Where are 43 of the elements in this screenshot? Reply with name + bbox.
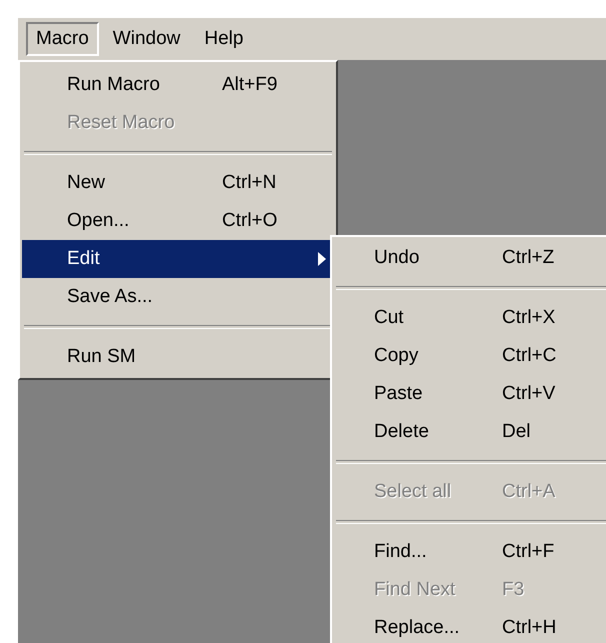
shortcut-label: Ctrl+C	[502, 345, 556, 367]
shortcut-label: Ctrl+A	[502, 481, 556, 503]
item-label: Replace...	[374, 617, 460, 639]
item-label: Paste	[374, 383, 423, 405]
menu-item[interactable]: Undo Ctrl+Z	[334, 239, 606, 277]
menu-item[interactable]: Replace... Ctrl+H	[334, 609, 606, 643]
shortcut-label: Ctrl+H	[502, 617, 556, 639]
shortcut-label: Ctrl+X	[502, 307, 556, 329]
item-label: Delete	[374, 421, 429, 443]
menu-item[interactable]: New Ctrl+N	[22, 164, 334, 202]
shortcut-label: Ctrl+N	[222, 172, 276, 194]
item-label: Run Macro	[67, 74, 160, 96]
menu-item[interactable]: Find... Ctrl+F	[334, 533, 606, 571]
menu-title[interactable]: Macro	[26, 22, 99, 56]
shortcut-label: Ctrl+F	[502, 541, 554, 563]
item-label: Run SM	[67, 346, 136, 368]
item-label: Reset Macro	[67, 112, 175, 134]
item-label: New	[67, 172, 106, 194]
item-label: Find Next	[374, 579, 456, 601]
item-label: Open...	[67, 210, 130, 232]
menu-item[interactable]: Save As...	[22, 278, 334, 316]
menu-item[interactable]: Run Macro Alt+F9	[22, 66, 334, 104]
item-label: Undo	[374, 247, 420, 269]
item-label: Select all	[374, 481, 452, 503]
menu-item[interactable]: Delete Del	[334, 413, 606, 451]
item-label: Copy	[374, 345, 418, 367]
menu-item[interactable]: Open... Ctrl+O	[22, 202, 334, 240]
shortcut-label: Del	[502, 421, 531, 443]
menu-title[interactable]: Window	[102, 22, 190, 56]
shortcut-label: Ctrl+O	[222, 210, 278, 232]
shortcut-label: Ctrl+V	[502, 383, 556, 405]
item-label: Edit	[67, 248, 100, 270]
menu-item[interactable]: Copy Ctrl+C	[334, 337, 606, 375]
menu-item[interactable]: Paste Ctrl+V	[334, 375, 606, 413]
shortcut-label: Alt+F9	[222, 74, 278, 96]
menu-item[interactable]: Cut Ctrl+X	[334, 299, 606, 337]
item-label: Cut	[374, 307, 404, 329]
shortcut-label: F3	[502, 579, 524, 601]
menu-item[interactable]: Run SM	[22, 338, 334, 376]
item-label: Find...	[374, 541, 427, 563]
item-label: Save As...	[67, 286, 153, 308]
menu-title[interactable]: Help	[194, 22, 254, 56]
shortcut-label: Ctrl+Z	[502, 247, 554, 269]
